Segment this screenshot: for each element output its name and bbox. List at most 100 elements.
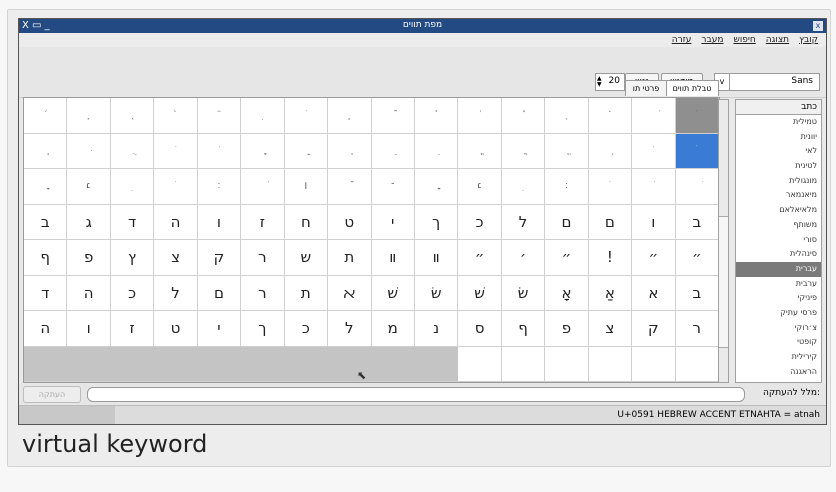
character-cell[interactable]: ֑ <box>328 98 372 134</box>
script-list-item[interactable]: פיניקי <box>736 291 821 306</box>
character-cell[interactable]: ֔ <box>458 98 502 134</box>
script-list-item[interactable]: סינהלית <box>736 247 821 262</box>
character-cell[interactable]: פ <box>545 311 589 347</box>
character-cell[interactable]: ב <box>675 204 719 240</box>
character-cell[interactable]: ָ <box>241 133 285 169</box>
script-list-item[interactable]: לטינית <box>736 159 821 174</box>
character-cell[interactable]: ְ <box>588 133 633 169</box>
character-cell[interactable]: ׄ <box>154 169 198 205</box>
script-list-item[interactable]: מיאנמאר <box>736 188 821 203</box>
menu-go[interactable]: מעבר <box>701 35 723 45</box>
character-cell[interactable]: ֚ <box>110 98 155 134</box>
character-cell[interactable]: ׆ <box>67 169 111 205</box>
character-cell[interactable]: ֹ <box>284 98 329 134</box>
character-cell[interactable]: ת <box>328 240 372 276</box>
character-cell[interactable]: ם <box>588 204 633 240</box>
character-cell[interactable]: ל <box>154 275 198 311</box>
character-cell[interactable]: ו <box>197 204 242 240</box>
character-cell[interactable] <box>588 346 633 382</box>
character-cell[interactable]: ך <box>414 204 459 240</box>
character-cell[interactable]: ֘ <box>197 98 242 134</box>
grid-scrollbar-thumb[interactable] <box>719 216 728 348</box>
script-list-item[interactable]: טמילית <box>736 115 821 130</box>
character-cell[interactable]: מ <box>371 311 415 347</box>
script-list-item[interactable]: עברית <box>736 261 821 277</box>
character-cell[interactable]: ז <box>110 311 155 347</box>
character-cell[interactable] <box>545 346 589 382</box>
character-cell[interactable]: ה <box>154 204 198 240</box>
script-list-item[interactable]: לאי <box>736 144 821 159</box>
character-cell[interactable]: ֿ <box>371 98 415 134</box>
character-cell[interactable]: ץ <box>110 240 155 276</box>
character-cell[interactable]: ״ <box>545 240 589 276</box>
character-cell[interactable]: ! <box>588 240 633 276</box>
character-cell[interactable]: ט <box>328 204 372 240</box>
character-cell[interactable]: א <box>632 275 676 311</box>
font-size-spinner[interactable]: 20 ▲ ▼ <box>595 73 625 91</box>
character-cell[interactable]: ִ <box>414 133 459 169</box>
character-cell[interactable]: ב <box>675 275 719 311</box>
character-cell[interactable]: כ <box>284 311 329 347</box>
character-cell[interactable]: שׂ <box>501 275 546 311</box>
character-cell[interactable]: ֕ <box>501 98 546 134</box>
character-cell[interactable] <box>675 346 719 382</box>
character-cell[interactable]: ח <box>284 204 329 240</box>
script-list-item[interactable]: ערבית <box>736 277 821 292</box>
tab-character-details[interactable]: פרטי תו <box>625 80 667 96</box>
character-cell[interactable]: כ <box>458 204 502 240</box>
script-list-item[interactable]: קופטי <box>736 335 821 350</box>
character-cell[interactable]: ף <box>24 240 68 276</box>
character-cell[interactable]: ה <box>24 311 68 347</box>
character-cell[interactable]: י <box>371 204 415 240</box>
character-cell[interactable]: ֖ <box>545 98 589 134</box>
character-cell[interactable]: ֳ <box>458 133 502 169</box>
script-list-item[interactable]: יוונית <box>736 130 821 145</box>
character-cell[interactable]: ׅ <box>241 98 285 134</box>
character-cell[interactable]: י <box>197 311 242 347</box>
character-cell[interactable]: ֙ <box>154 98 198 134</box>
close-icon[interactable]: x <box>813 21 823 31</box>
character-cell[interactable]: ׃ <box>545 169 589 205</box>
character-cell[interactable]: װ <box>371 240 415 276</box>
character-cell[interactable]: ף <box>501 311 546 347</box>
character-cell[interactable]: ר <box>241 240 285 276</box>
tab-character-table[interactable]: טבלת תווים <box>665 80 719 96</box>
character-cell[interactable]: ֜ <box>24 98 68 134</box>
menu-search[interactable]: חיפוש <box>733 35 755 45</box>
character-cell[interactable]: ד <box>110 204 155 240</box>
character-cell[interactable]: ש <box>284 240 329 276</box>
character-cell[interactable]: ם <box>545 204 589 240</box>
character-cell[interactable]: ֲ <box>501 133 546 169</box>
character-cell[interactable]: ׃ <box>197 169 242 205</box>
text-to-copy-field[interactable] <box>87 387 745 402</box>
character-cell[interactable]: ״ <box>675 240 719 276</box>
character-cell[interactable]: ֽ <box>24 133 68 169</box>
script-list-item[interactable]: הראגנה <box>736 365 821 380</box>
character-cell[interactable]: ר <box>241 275 285 311</box>
window-controls[interactable]: X ▭ _ <box>22 20 50 32</box>
character-cell[interactable]: אָ <box>545 275 589 311</box>
character-cell[interactable]: ל <box>501 204 546 240</box>
character-cell[interactable]: ק <box>632 311 676 347</box>
character-cell[interactable]: װ <box>414 240 459 276</box>
character-cell[interactable]: ֛ <box>67 98 111 134</box>
character-cell[interactable] <box>632 346 676 382</box>
character-cell[interactable]: ו <box>67 311 111 347</box>
character-cell[interactable]: ֶ <box>328 133 372 169</box>
grid-scrollbar[interactable] <box>718 99 729 383</box>
font-select[interactable]: Sans v <box>714 73 820 91</box>
menu-view[interactable]: תצוגה <box>766 35 789 45</box>
character-cell[interactable]: ג <box>67 204 111 240</box>
script-list-item[interactable]: משותף <box>736 218 821 233</box>
character-cell[interactable]: ז <box>241 204 285 240</box>
character-cell[interactable]: ֺ <box>154 133 198 169</box>
character-cell[interactable]: שׁ <box>458 275 502 311</box>
copy-button[interactable]: העתקה <box>23 386 81 403</box>
script-list-item[interactable]: מונגולית <box>736 174 821 189</box>
character-cell[interactable]: ַ <box>284 133 329 169</box>
character-cell[interactable]: ט <box>154 311 198 347</box>
character-cell[interactable]: ׀ <box>284 169 329 205</box>
character-cell[interactable]: ד <box>24 275 68 311</box>
script-list-item[interactable]: מלאיאלאם <box>736 203 821 218</box>
character-cell[interactable]: ת <box>284 275 329 311</box>
